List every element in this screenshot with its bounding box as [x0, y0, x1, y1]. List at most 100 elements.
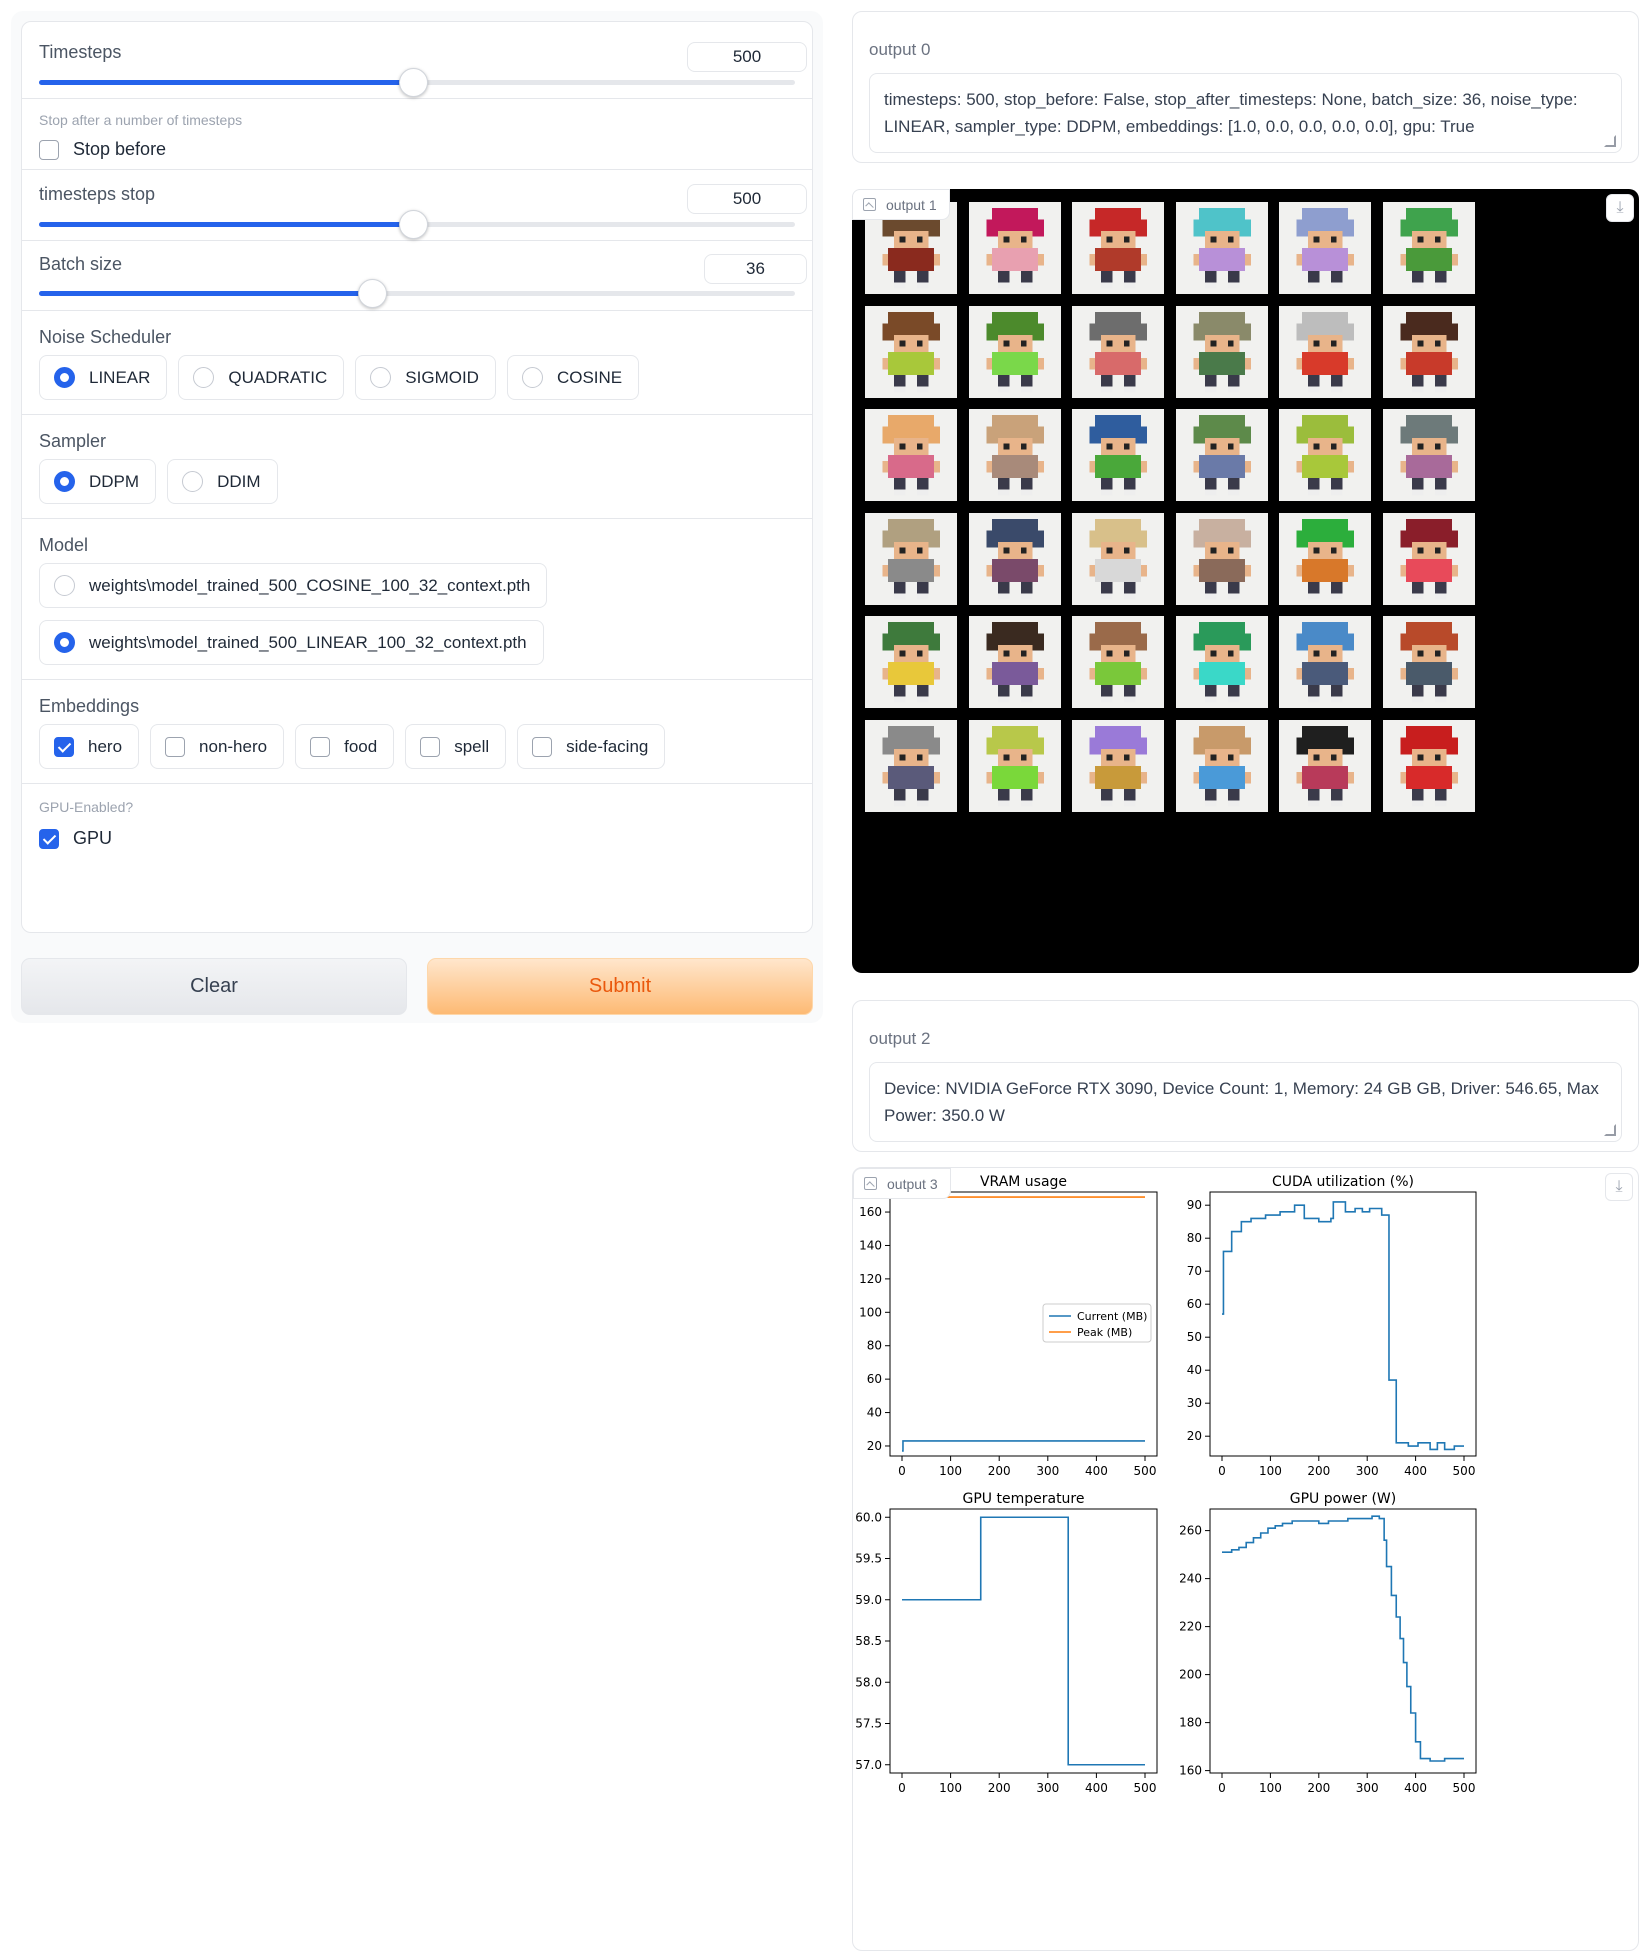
- generated-sprite: [865, 512, 957, 605]
- embedding-non-hero[interactable]: non-hero: [150, 724, 285, 769]
- gpu-box[interactable]: [39, 828, 59, 849]
- download-icon[interactable]: ⤓: [1605, 1173, 1633, 1201]
- sprite-image: [865, 409, 957, 501]
- sampler-label: Sampler: [39, 431, 107, 451]
- output-0-textbox[interactable]: timesteps: 500, stop_before: False, stop…: [869, 73, 1622, 153]
- gpu-block: GPU-Enabled? GPU: [22, 784, 812, 932]
- y-tick-label: 200: [1179, 1668, 1202, 1682]
- sprite-image: [1072, 512, 1164, 605]
- batch-size-slider[interactable]: [39, 279, 795, 308]
- sampler-option-ddpm-radio[interactable]: [54, 471, 75, 492]
- image-icon: [863, 198, 876, 211]
- embedding-non-hero-box[interactable]: [165, 736, 186, 757]
- sprite-image: [968, 202, 1061, 294]
- timesteps-stop-slider-thumb[interactable]: [399, 210, 429, 239]
- timesteps-slider[interactable]: [39, 68, 795, 97]
- resize-handle-icon[interactable]: [1604, 1124, 1616, 1136]
- noise-option-cosine-radio[interactable]: [521, 367, 543, 388]
- noise-scheduler-block: Noise Scheduler LINEAR QUADRATIC SIGMOID…: [22, 311, 812, 415]
- noise-option-sigmoid[interactable]: SIGMOID: [355, 355, 496, 400]
- embedding-food-box[interactable]: [310, 736, 331, 757]
- x-tick-label: 200: [988, 1781, 1011, 1795]
- y-tick-label: 50: [1187, 1330, 1202, 1344]
- noise-option-sigmoid-radio[interactable]: [370, 367, 392, 388]
- chart-title: GPU power (W): [1290, 1491, 1396, 1507]
- generated-sprite: [1279, 409, 1371, 501]
- batch-size-slider-thumb[interactable]: [357, 279, 387, 308]
- noise-option-quadratic[interactable]: QUADRATIC: [178, 355, 345, 400]
- chart-frame: [1209, 1508, 1477, 1774]
- model-option-linear[interactable]: weights\model_trained_500_LINEAR_100_32_…: [39, 620, 544, 665]
- stop-before-checkbox[interactable]: Stop before: [39, 139, 166, 160]
- model-option-cosine[interactable]: weights\model_trained_500_COSINE_100_32_…: [39, 563, 548, 608]
- model-option-cosine-radio[interactable]: [54, 575, 75, 596]
- x-tick-label: 100: [1259, 1464, 1282, 1478]
- resize-handle-icon[interactable]: [1604, 135, 1616, 147]
- sprite-image: [1382, 512, 1475, 605]
- x-tick-label: 0: [1218, 1781, 1226, 1795]
- clear-button[interactable]: Clear: [21, 958, 407, 1015]
- noise-option-quadratic-radio[interactable]: [193, 367, 215, 388]
- output-1-label: output 1: [886, 196, 937, 213]
- stop-before-label: Stop before: [73, 139, 167, 159]
- output-0-text: timesteps: 500, stop_before: False, stop…: [884, 90, 1578, 136]
- y-tick-label: 180: [1179, 1716, 1202, 1730]
- noise-option-linear[interactable]: LINEAR: [39, 355, 168, 400]
- embedding-food[interactable]: food: [295, 724, 395, 769]
- generated-sprite: [1382, 616, 1475, 708]
- timesteps-stop-input[interactable]: 500: [687, 184, 807, 214]
- sprite-image: [1279, 305, 1371, 398]
- sprite-image: [968, 719, 1061, 812]
- sampler-option-ddim[interactable]: DDIM: [167, 459, 278, 504]
- generated-sprite: [865, 409, 957, 501]
- sampler-option-ddpm[interactable]: DDPM: [39, 459, 157, 504]
- submit-button[interactable]: Submit: [427, 958, 813, 1015]
- timesteps-block: Timesteps 500: [22, 22, 812, 99]
- y-tick-label: 60.0: [855, 1510, 882, 1524]
- output-2-textbox[interactable]: Device: NVIDIA GeForce RTX 3090, Device …: [869, 1062, 1622, 1142]
- timesteps-stop-label: timesteps stop: [39, 184, 156, 204]
- embeddings-block: Embeddings hero non-hero food spell side…: [22, 680, 812, 784]
- y-tick-label: 90: [1187, 1198, 1202, 1212]
- y-tick-label: 120: [859, 1272, 882, 1286]
- gpu-checkbox[interactable]: GPU: [39, 828, 112, 849]
- embedding-hero-box[interactable]: [54, 736, 74, 757]
- series-line: [902, 1516, 1145, 1766]
- x-tick-label: 100: [1259, 1781, 1282, 1795]
- chart-title: GPU temperature: [963, 1491, 1085, 1507]
- embedding-spell[interactable]: spell: [405, 724, 507, 769]
- x-tick-label: 200: [1307, 1464, 1330, 1478]
- sprite-image: [1382, 616, 1475, 708]
- output-1-panel: output 1 ⤓: [852, 189, 1639, 973]
- controls-panel: Timesteps 500 Stop after a number of tim…: [11, 11, 823, 1023]
- stop-before-box[interactable]: [39, 139, 59, 160]
- download-icon[interactable]: ⤓: [1606, 194, 1634, 222]
- sprite-image: [1072, 616, 1164, 708]
- timesteps-slider-thumb[interactable]: [399, 68, 429, 97]
- chart-title: VRAM usage: [980, 1174, 1067, 1190]
- sprite-image: [968, 305, 1061, 398]
- noise-option-sigmoid-label: SIGMOID: [405, 367, 479, 387]
- embedding-hero[interactable]: hero: [39, 724, 140, 769]
- noise-scheduler-label: Noise Scheduler: [39, 327, 172, 347]
- sprite-image: [1072, 719, 1164, 812]
- sampler-option-ddim-radio[interactable]: [182, 471, 204, 492]
- x-tick-label: 200: [1307, 1781, 1330, 1795]
- embedding-side-facing[interactable]: side-facing: [517, 724, 666, 769]
- noise-option-cosine[interactable]: COSINE: [506, 355, 640, 400]
- generated-sprite: [1175, 512, 1268, 605]
- embedding-spell-box[interactable]: [420, 736, 441, 757]
- series-line: [1222, 1515, 1464, 1762]
- generated-sprite: [1072, 409, 1164, 501]
- x-tick-label: 400: [1085, 1464, 1108, 1478]
- noise-option-linear-radio[interactable]: [54, 367, 75, 388]
- timesteps-label: Timesteps: [39, 42, 122, 62]
- x-tick-label: 300: [1036, 1781, 1059, 1795]
- timesteps-input[interactable]: 500: [687, 42, 807, 72]
- timesteps-stop-slider[interactable]: [39, 210, 795, 239]
- batch-size-input[interactable]: 36: [704, 254, 807, 284]
- embedding-side-facing-box[interactable]: [532, 736, 553, 757]
- sprite-image: [1175, 512, 1268, 605]
- model-option-linear-radio[interactable]: [54, 632, 75, 653]
- generated-sprites-grid[interactable]: [852, 189, 1639, 973]
